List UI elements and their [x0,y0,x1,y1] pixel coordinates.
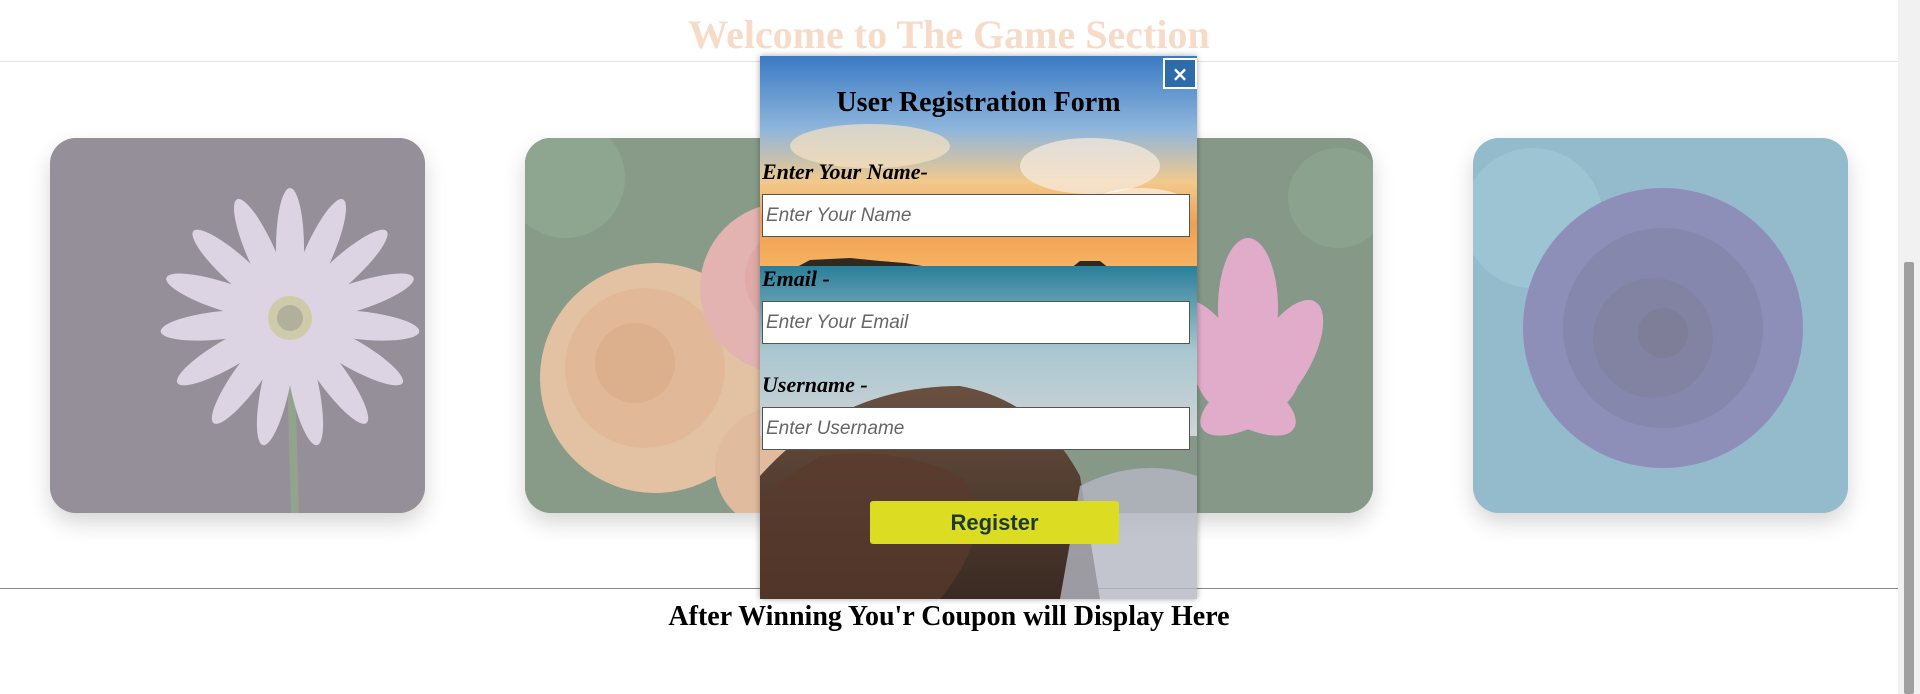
blue-rose-image [1473,138,1848,513]
name-input[interactable] [762,194,1190,237]
blue-rose-card[interactable] [1473,138,1848,513]
username-input[interactable] [762,407,1190,450]
page-title: Welcome to The Game Section [688,12,1210,57]
scrollbar-thumb[interactable] [1904,262,1914,694]
email-label: Email - [762,266,830,291]
username-label: Username - [762,372,868,397]
email-input[interactable] [762,301,1190,344]
name-label: Enter Your Name- [762,159,928,184]
register-button[interactable]: Register [870,501,1119,544]
form-title: User Registration Form [836,87,1121,118]
purple-daisy-image [50,138,425,513]
purple-daisy-card[interactable] [50,138,425,513]
coupon-message: After Winning You'r Coupon will Display … [668,601,1230,632]
close-icon[interactable]: × [1163,58,1197,89]
scrollbar-track[interactable] [1898,0,1920,694]
registration-modal: × User Registration Form Enter Your Name… [760,56,1197,599]
